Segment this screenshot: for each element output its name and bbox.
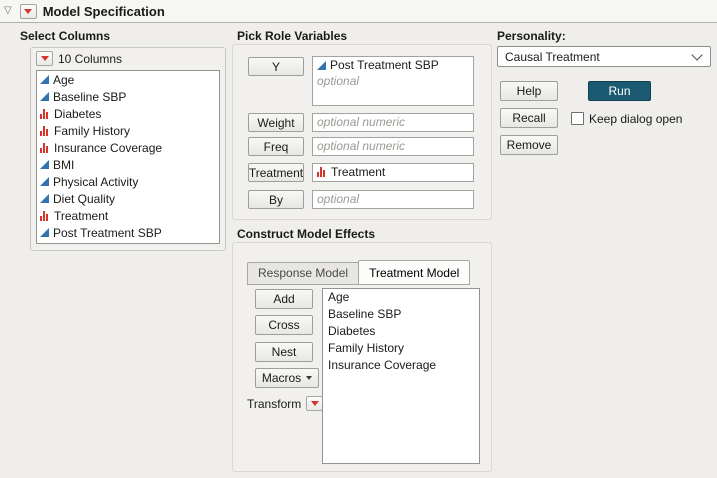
treatment-value-row[interactable]: Treatment [313,164,473,180]
remove-button[interactable]: Remove [500,135,558,155]
select-columns-label: Select Columns [20,29,110,43]
freq-drop-zone[interactable]: optional numeric [312,137,474,156]
chevron-down-icon [691,49,702,60]
column-item[interactable]: Insurance Coverage [37,139,219,156]
transform-red-triangle-icon[interactable] [306,396,323,411]
column-label: Diet Quality [53,192,115,206]
column-item[interactable]: Diet Quality [37,190,219,207]
weight-drop-zone[interactable]: optional numeric [312,113,474,132]
continuous-icon [40,177,49,186]
column-label: Insurance Coverage [54,141,162,155]
model-specification-dialog: ▽ Model Specification Select Columns 10 … [0,0,717,478]
column-item[interactable]: Diabetes [37,105,219,122]
red-triangle-menu-icon[interactable] [20,4,37,19]
y-placeholder: optional [317,74,359,88]
column-label: Treatment [54,209,108,223]
treatment-drop-zone[interactable]: Treatment [312,163,474,182]
column-label: Family History [54,124,130,138]
y-role-button[interactable]: Y [248,57,304,76]
select-columns-box: 10 Columns Age Baseline SBP Diabetes Fam… [30,47,226,251]
by-role-button[interactable]: By [248,190,304,209]
transform-row: Transform [247,396,323,411]
column-item[interactable]: Treatment [37,207,219,224]
weight-placeholder: optional numeric [317,115,405,129]
model-tabs: Response Model Treatment Model [247,260,469,285]
columns-count-label: 10 Columns [58,52,122,66]
continuous-icon [40,228,49,237]
column-item[interactable]: Family History [37,122,219,139]
y-value-row[interactable]: Post Treatment SBP [313,57,473,73]
effect-item[interactable]: Insurance Coverage [323,357,479,374]
add-button[interactable]: Add [255,289,313,309]
macros-button[interactable]: Macros [255,368,319,388]
nominal-icon [40,211,50,221]
column-label: Age [53,73,74,87]
transform-label: Transform [247,397,301,411]
continuous-icon [40,75,49,84]
nominal-icon [317,167,327,177]
columns-red-triangle-icon[interactable] [36,51,53,66]
continuous-icon [317,61,326,70]
column-label: Diabetes [54,107,101,121]
column-item[interactable]: Post Treatment SBP [37,224,219,241]
column-label: Baseline SBP [53,90,126,104]
freq-role-button[interactable]: Freq [248,137,304,156]
effects-list: Age Baseline SBP Diabetes Family History… [322,288,480,464]
continuous-icon [40,160,49,169]
y-value: Post Treatment SBP [330,58,439,72]
effect-item[interactable]: Baseline SBP [323,306,479,323]
personality-value: Causal Treatment [498,50,693,64]
help-button[interactable]: Help [500,81,558,101]
columns-header: 10 Columns [31,48,225,68]
cross-button[interactable]: Cross [255,315,313,335]
tab-treatment-model[interactable]: Treatment Model [358,260,470,285]
effect-item[interactable]: Diabetes [323,323,479,340]
nominal-icon [40,143,50,153]
effect-item[interactable]: Age [323,289,479,306]
column-label: Physical Activity [53,175,138,189]
columns-list: Age Baseline SBP Diabetes Family History… [36,70,220,244]
header: ▽ Model Specification [0,0,717,23]
continuous-icon [40,194,49,203]
dropdown-arrow-icon [306,376,312,380]
freq-placeholder: optional numeric [317,139,405,153]
nest-button[interactable]: Nest [255,342,313,362]
y-drop-zone[interactable]: Post Treatment SBP optional [312,56,474,106]
by-drop-zone[interactable]: optional [312,190,474,209]
construct-effects-label: Construct Model Effects [237,227,375,241]
keep-dialog-open-checkbox[interactable] [571,112,584,125]
column-item[interactable]: Age [37,71,219,88]
page-title: Model Specification [43,4,165,19]
column-item[interactable]: Physical Activity [37,173,219,190]
weight-role-button[interactable]: Weight [248,113,304,132]
macros-label: Macros [262,371,301,385]
recall-button[interactable]: Recall [500,108,558,128]
continuous-icon [40,92,49,101]
treatment-value: Treatment [331,165,385,179]
outline-disclosure-icon[interactable]: ▽ [4,6,12,16]
column-item[interactable]: Baseline SBP [37,88,219,105]
by-placeholder: optional [317,192,359,206]
effect-item[interactable]: Family History [323,340,479,357]
personality-label: Personality: [497,29,566,43]
run-button[interactable]: Run [588,81,651,101]
column-label: BMI [53,158,74,172]
nominal-icon [40,126,50,136]
treatment-role-button[interactable]: Treatment [248,163,304,182]
pick-roles-label: Pick Role Variables [237,29,347,43]
keep-dialog-open-label: Keep dialog open [589,112,682,126]
column-label: Post Treatment SBP [53,226,162,240]
tab-response-model[interactable]: Response Model [247,262,359,285]
nominal-icon [40,109,50,119]
column-item[interactable]: BMI [37,156,219,173]
personality-select[interactable]: Causal Treatment [497,46,711,67]
